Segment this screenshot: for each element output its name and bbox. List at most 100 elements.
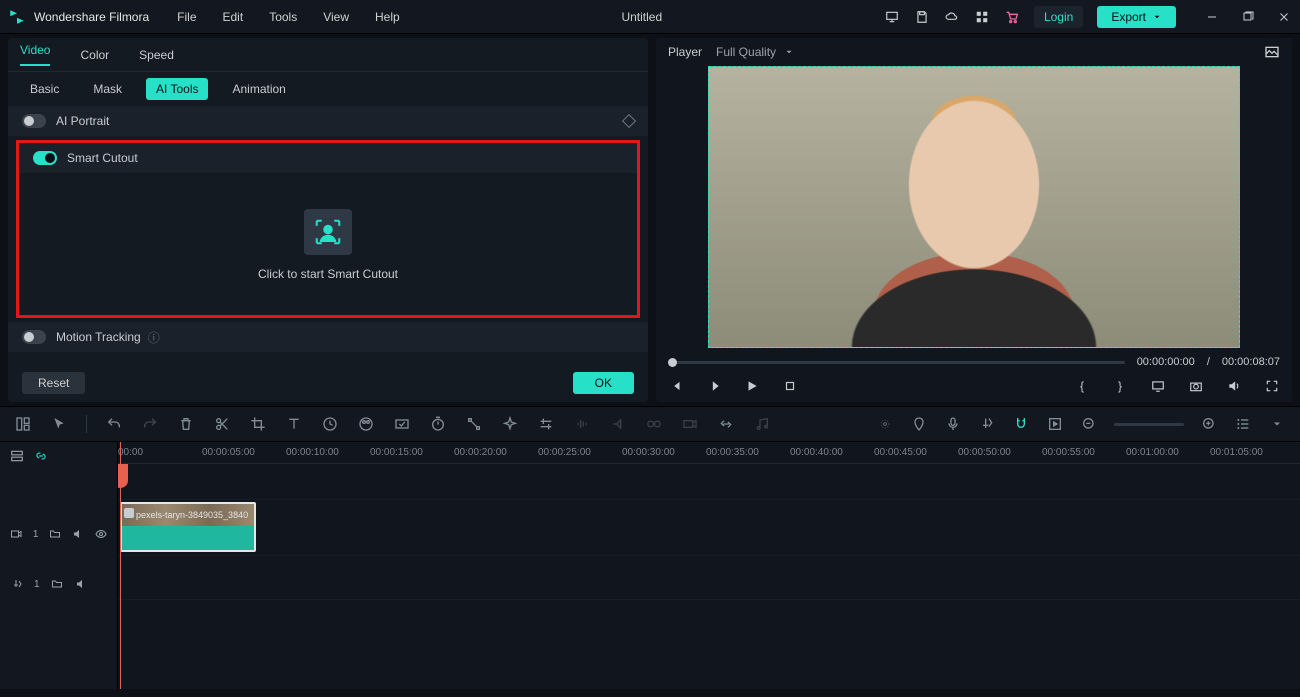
smart-cutout-toggle[interactable] [33,151,57,165]
preview-viewport[interactable] [708,66,1240,348]
speed-icon[interactable] [321,415,339,433]
autolink-icon[interactable] [34,449,48,463]
mute-icon[interactable] [74,577,88,591]
fullscreen-icon[interactable] [1264,378,1280,394]
zoom-slider[interactable] [1114,423,1184,426]
marker-out-icon[interactable]: } [1112,378,1128,394]
minimize-icon[interactable] [1204,9,1220,25]
play-from-button[interactable] [706,378,722,394]
keyframe-icon[interactable] [622,114,636,128]
time-sep: / [1207,356,1210,368]
maximize-icon[interactable] [1240,9,1256,25]
zoom-in-icon[interactable] [1200,415,1218,433]
list-icon[interactable] [1234,415,1252,433]
text-icon[interactable] [285,415,303,433]
render-icon[interactable] [1046,415,1064,433]
menu-file[interactable]: File [177,10,196,24]
folder-icon[interactable] [48,527,61,541]
motion-tracking-toggle[interactable] [22,330,46,344]
redo-icon[interactable] [141,415,159,433]
record-icon[interactable] [681,415,699,433]
delete-icon[interactable] [177,415,195,433]
scissors-icon[interactable] [213,415,231,433]
main-area: Video Color Speed Basic Mask AI Tools An… [0,34,1300,406]
greenscreen-icon[interactable] [393,415,411,433]
marker-in-icon[interactable]: { [1074,378,1090,394]
tracks-icon[interactable] [10,449,24,463]
menu-help[interactable]: Help [375,10,400,24]
reset-button[interactable]: Reset [22,372,85,394]
mic-icon[interactable] [944,415,962,433]
ok-button[interactable]: OK [573,372,634,394]
zoom-out-icon[interactable] [1080,415,1098,433]
color-icon[interactable] [357,415,375,433]
subtab-basic[interactable]: Basic [20,78,69,100]
more-icon[interactable] [1268,415,1286,433]
tab-color[interactable]: Color [80,48,109,62]
quality-select[interactable]: Full Quality [716,45,794,59]
smart-cutout-start-button[interactable] [304,209,352,255]
video-track-icon[interactable] [10,527,23,541]
marker-icon[interactable] [910,415,928,433]
folder-icon[interactable] [50,577,64,591]
display-icon[interactable] [1150,378,1166,394]
audio-track[interactable] [118,556,1300,600]
music-icon[interactable] [753,415,771,433]
audio1-icon[interactable] [573,415,591,433]
audio2-icon[interactable] [609,415,627,433]
menu-view[interactable]: View [323,10,349,24]
subtab-aitools[interactable]: AI Tools [146,78,208,100]
ruler-label: 00:00 [118,447,143,458]
mute-icon[interactable] [71,527,84,541]
undo-icon[interactable] [105,415,123,433]
menu-tools[interactable]: Tools [269,10,297,24]
apps-icon[interactable] [974,9,990,25]
subtab-mask[interactable]: Mask [83,78,132,100]
adjust-icon[interactable] [537,415,555,433]
audio-track-icon[interactable] [10,577,24,591]
save-icon[interactable] [914,9,930,25]
menu-bar: File Edit Tools View Help [177,10,400,24]
ai-portrait-toggle[interactable] [22,114,46,128]
menu-edit[interactable]: Edit [223,10,244,24]
timeline-ruler[interactable]: 00:0000:00:05:0000:00:10:0000:00:15:0000… [118,442,1300,464]
timer-icon[interactable] [429,415,447,433]
spacer-row [118,464,1300,500]
volume-icon[interactable] [1226,378,1242,394]
link-icon[interactable] [645,415,663,433]
keyframe-tool-icon[interactable] [465,415,483,433]
scrub-track[interactable] [668,361,1125,364]
cart-icon[interactable] [1004,9,1020,25]
prev-frame-button[interactable] [668,378,684,394]
playhead[interactable] [120,442,121,689]
export-button[interactable]: Export [1097,6,1176,28]
eye-icon[interactable] [94,527,107,541]
crop-icon[interactable] [249,415,267,433]
play-button[interactable] [744,378,760,394]
ai-icon[interactable] [876,415,894,433]
video-track[interactable]: pexels-taryn-3849035_3840 [118,500,1300,556]
desktop-icon[interactable] [884,9,900,25]
time-total: 00:00:08:07 [1222,356,1280,368]
stop-button[interactable] [782,378,798,394]
magnet-icon[interactable] [1012,415,1030,433]
help-icon[interactable]: ⓘ [147,330,161,344]
cursor-icon[interactable] [50,415,68,433]
chain-icon[interactable] [717,415,735,433]
video-clip[interactable]: pexels-taryn-3849035_3840 [120,502,256,552]
login-button[interactable]: Login [1034,6,1083,28]
cloud-icon[interactable] [944,9,960,25]
close-icon[interactable] [1276,9,1292,25]
subtab-animation[interactable]: Animation [222,78,295,100]
timeline-toolbar [0,406,1300,442]
mixer-icon[interactable] [978,415,996,433]
tab-speed[interactable]: Speed [139,48,174,62]
camera-icon[interactable] [1188,378,1204,394]
layout-icon[interactable] [14,415,32,433]
tab-video[interactable]: Video [20,43,50,66]
motion-tracking-row: Motion Tracking ⓘ [8,322,648,352]
effects-icon[interactable] [501,415,519,433]
scrub-head[interactable] [668,358,677,367]
snapshot-icon[interactable] [1264,44,1280,60]
timeline-tracks[interactable]: 00:0000:00:05:0000:00:10:0000:00:15:0000… [118,442,1300,689]
